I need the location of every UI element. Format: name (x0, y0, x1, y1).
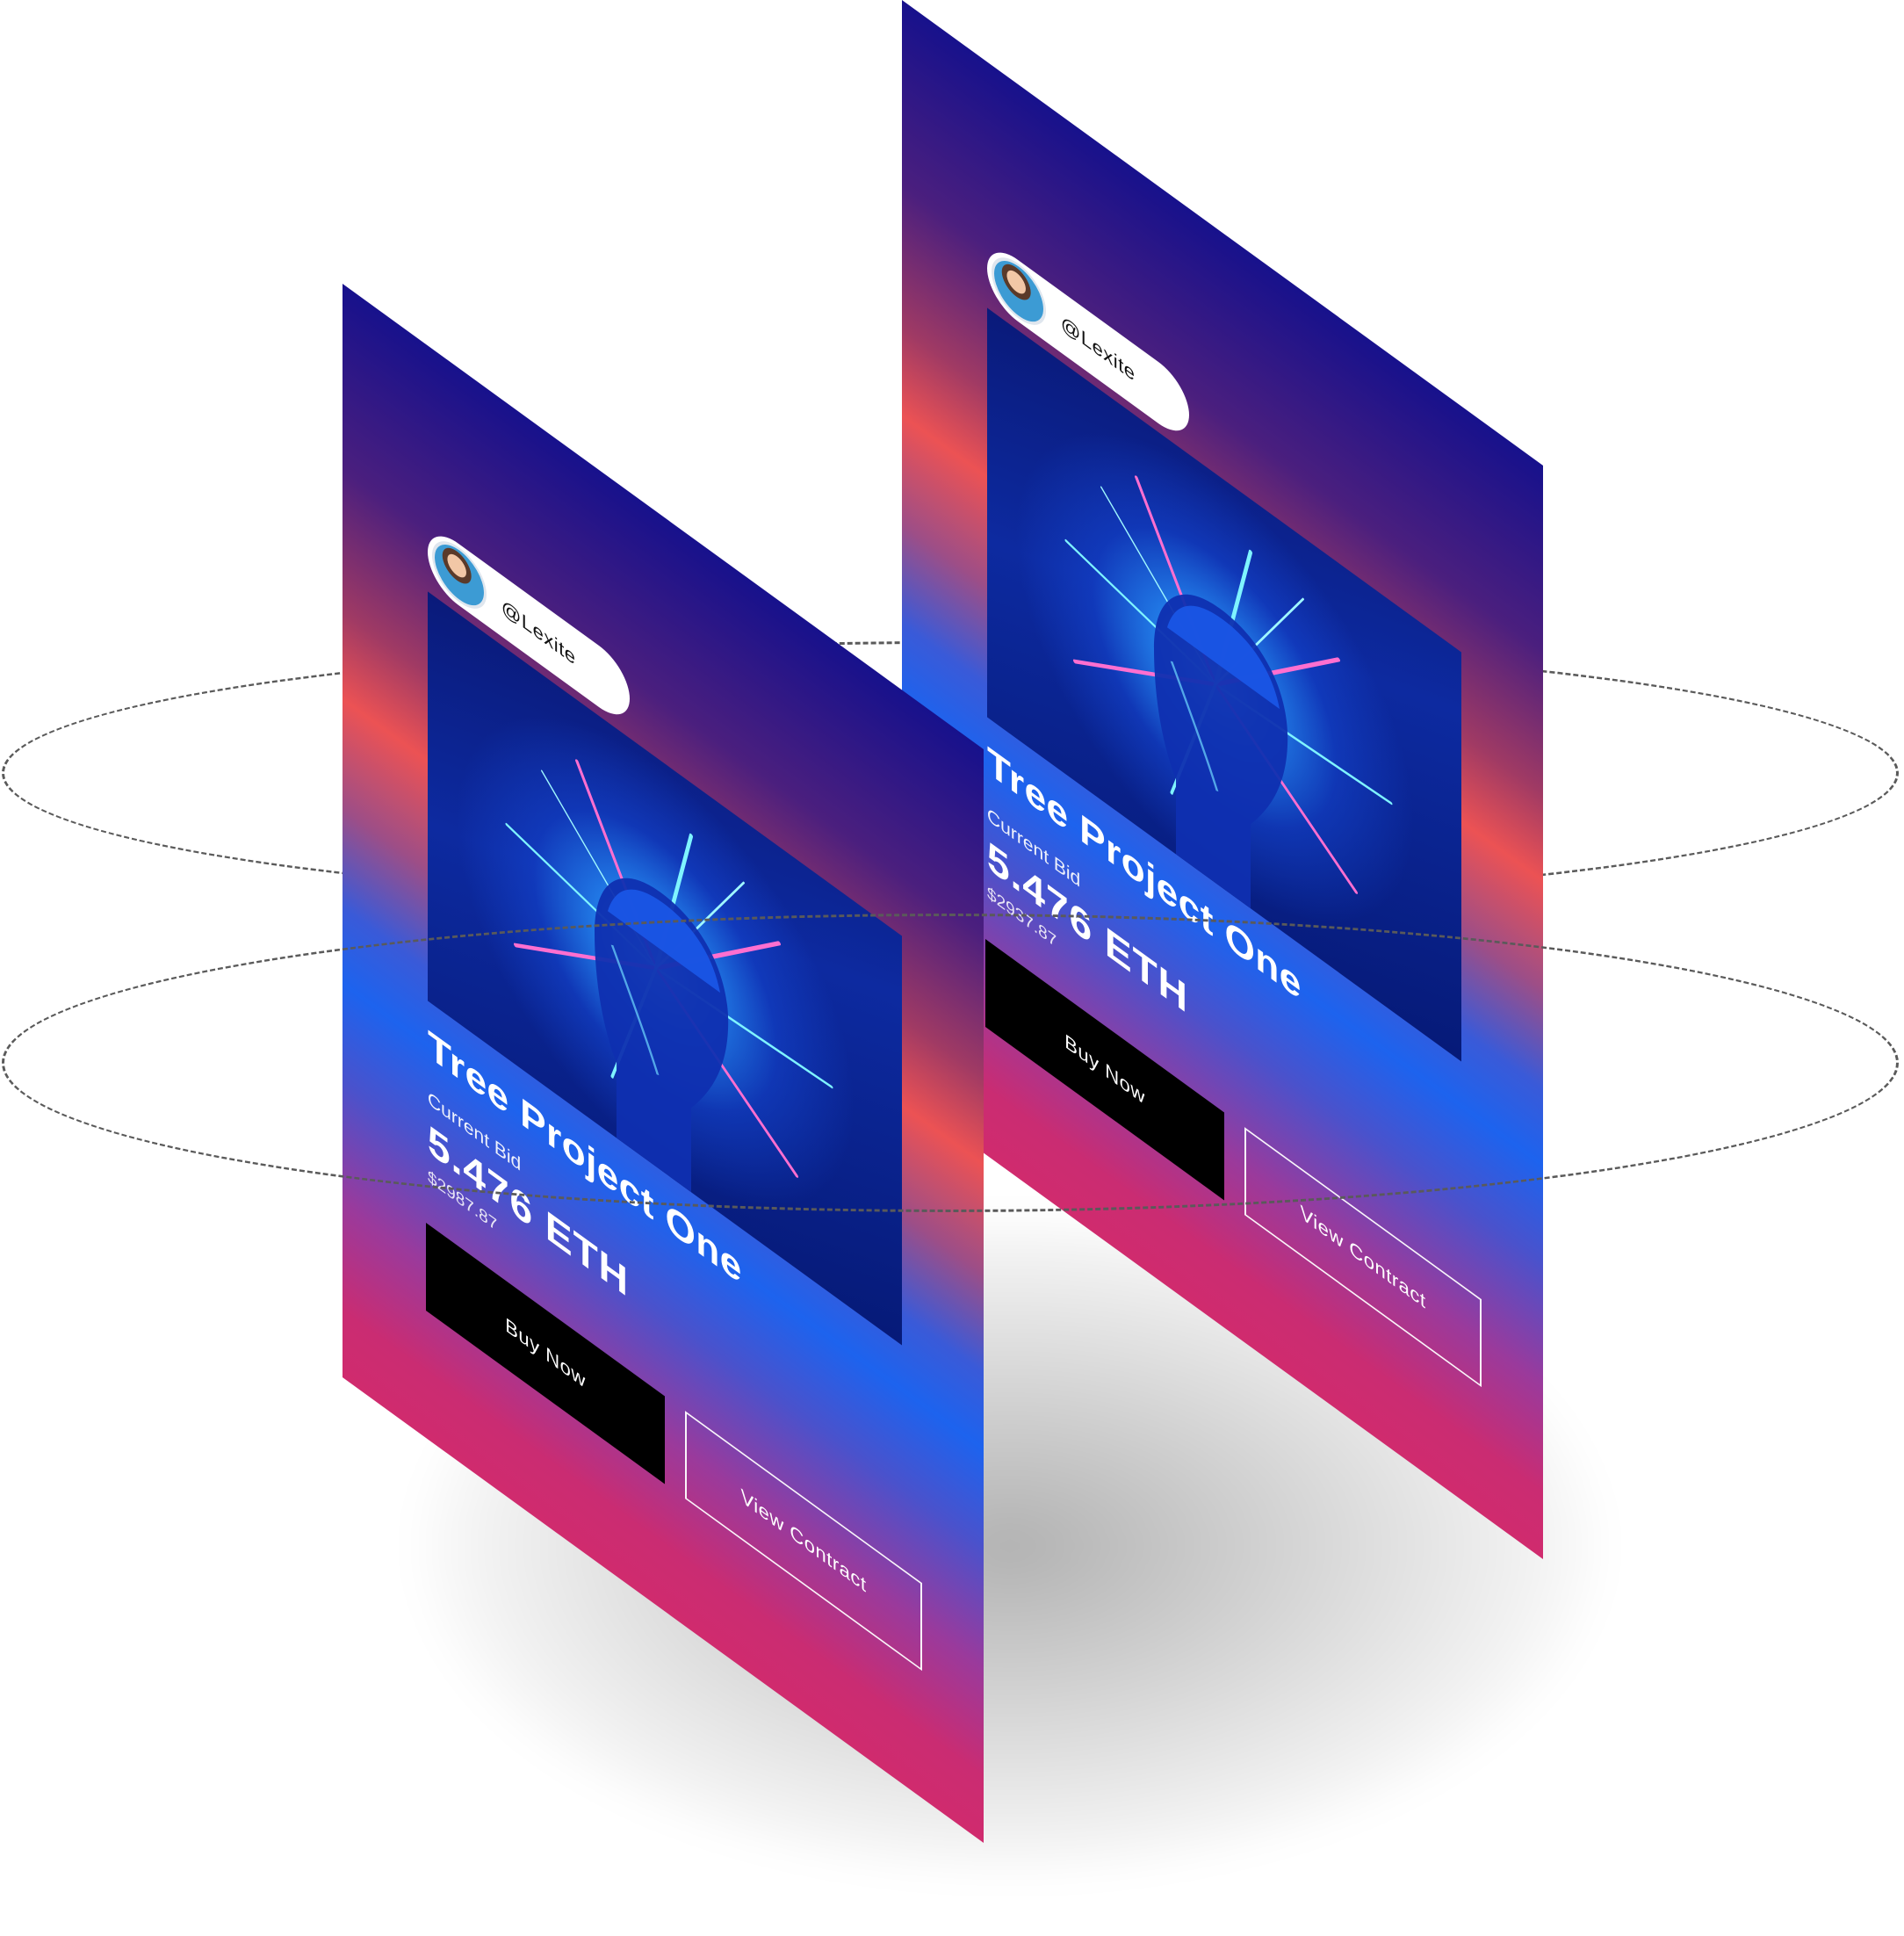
buy-now-button[interactable]: Buy Now (426, 1222, 665, 1485)
orbit-ring-front (2, 914, 1899, 1212)
view-contract-button[interactable]: View Contract (685, 1411, 922, 1672)
